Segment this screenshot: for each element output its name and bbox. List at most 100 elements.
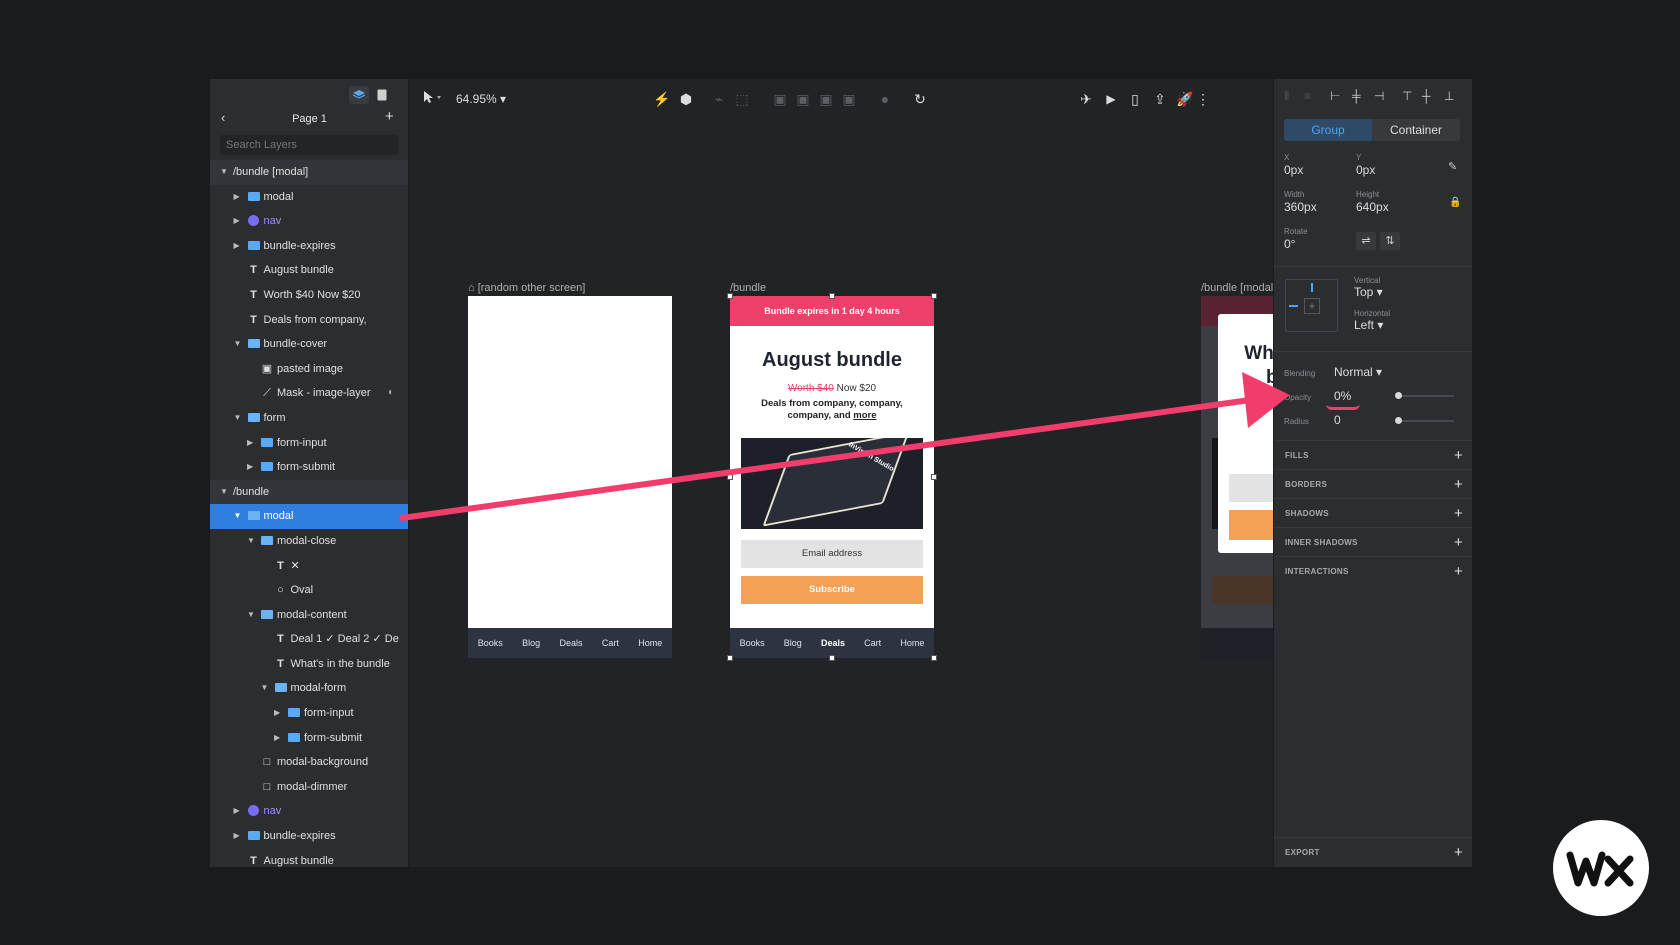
selection-handle[interactable]: [931, 474, 937, 480]
flip-vertical-icon[interactable]: ⇅: [1380, 232, 1400, 250]
layer-row[interactable]: ▶ form-input: [210, 701, 408, 726]
shadows-section[interactable]: SHADOWS +: [1274, 498, 1472, 527]
screen1-caption[interactable]: ⌂ [random other screen]: [468, 282, 585, 294]
opacity-slider-knob[interactable]: [1395, 392, 1402, 399]
layer-row[interactable]: ○ Oval: [210, 578, 408, 603]
caret-right-icon[interactable]: ▶: [234, 824, 244, 849]
select-tool-icon[interactable]: [420, 89, 446, 109]
radius-field[interactable]: 0: [1334, 413, 1341, 427]
nav-item-deals[interactable]: Deals: [559, 638, 582, 648]
layer-row[interactable]: T Deals from company,: [210, 308, 408, 333]
layer-row[interactable]: ▶ bundle-expires: [210, 824, 408, 849]
opacity-field[interactable]: 0%: [1334, 389, 1351, 403]
more-menu-icon[interactable]: ⋮: [1196, 89, 1210, 109]
boolean-union-icon[interactable]: ▣: [771, 89, 789, 109]
add-interaction-icon[interactable]: +: [1454, 557, 1463, 586]
nav-item-books[interactable]: Books: [740, 638, 765, 648]
share-icon[interactable]: ⇪: [1151, 89, 1169, 109]
align-right-icon[interactable]: ⊣: [1374, 89, 1384, 103]
screen2-caption[interactable]: /bundle: [730, 282, 766, 294]
search-layers-input[interactable]: [220, 135, 398, 155]
selection-handle[interactable]: [931, 293, 937, 299]
caret-right-icon[interactable]: ▶: [247, 455, 257, 480]
caret-right-icon[interactable]: ▶: [234, 185, 244, 210]
caret-right-icon[interactable]: ▶: [274, 726, 284, 751]
frame-tool-icon[interactable]: ⬚: [733, 89, 751, 109]
layer-row[interactable]: T August bundle: [210, 849, 408, 867]
layer-row-artboard[interactable]: ▼/bundle: [210, 479, 408, 505]
layer-row[interactable]: ▶ modal: [210, 185, 408, 210]
layer-row[interactable]: T Deal 1 ✓ Deal 2 ✓ De: [210, 627, 408, 652]
layer-row[interactable]: ▣ pasted image: [210, 357, 408, 382]
caret-right-icon[interactable]: ▶: [247, 431, 257, 456]
page-title[interactable]: Page 1: [210, 109, 408, 129]
align-middle-icon[interactable]: ┼: [1422, 89, 1431, 103]
align-left-icon[interactable]: ⊢: [1330, 89, 1340, 103]
rotate-field[interactable]: 0°: [1284, 237, 1295, 251]
boolean-difference-icon[interactable]: ▣: [840, 89, 858, 109]
layer-row[interactable]: ▼ modal-close: [210, 529, 408, 554]
export-section[interactable]: EXPORT +: [1274, 837, 1472, 866]
layer-row[interactable]: ⟋ Mask - image-layer ◐: [210, 381, 408, 406]
borders-section[interactable]: BORDERS +: [1274, 469, 1472, 498]
selection-handle[interactable]: [727, 293, 733, 299]
boolean-subtract-icon[interactable]: ▣: [794, 89, 812, 109]
selection-handle[interactable]: [829, 293, 835, 299]
caret-down-icon[interactable]: ▼: [247, 529, 257, 554]
component-icon[interactable]: ⬢: [677, 89, 695, 109]
layer-row[interactable]: □ modal-background: [210, 750, 408, 775]
caret-right-icon[interactable]: ▶: [234, 234, 244, 259]
layer-row[interactable]: T August bundle: [210, 258, 408, 283]
layer-row[interactable]: T ✕: [210, 554, 408, 579]
caret-down-icon[interactable]: ▼: [220, 160, 230, 185]
layers-mode-icon[interactable]: [349, 86, 369, 104]
caret-right-icon[interactable]: ▶: [234, 209, 244, 234]
caret-down-icon[interactable]: ▼: [247, 603, 257, 628]
selection-handle[interactable]: [931, 655, 937, 661]
layer-row[interactable]: ▶ form-input: [210, 431, 408, 456]
caret-right-icon[interactable]: ▶: [274, 701, 284, 726]
layer-row[interactable]: ▶ form-submit: [210, 455, 408, 480]
artboard-random-other-screen[interactable]: Books Blog Deals Cart Home: [468, 296, 672, 658]
caret-down-icon[interactable]: ▼: [234, 504, 244, 529]
distribute-horizontal-icon[interactable]: ⫴: [1284, 89, 1289, 104]
y-field[interactable]: 0px: [1356, 163, 1375, 177]
motion-icon[interactable]: ✈: [1077, 89, 1095, 109]
add-fill-icon[interactable]: +: [1454, 441, 1463, 470]
add-inner-shadow-icon[interactable]: +: [1454, 528, 1463, 557]
selection-handle[interactable]: [829, 655, 835, 661]
layer-row[interactable]: □ modal-dimmer: [210, 775, 408, 800]
width-field[interactable]: 360px: [1284, 200, 1317, 214]
blending-select[interactable]: Normal ▾: [1334, 365, 1382, 379]
refresh-icon[interactable]: ↻: [911, 89, 929, 109]
nav-item-blog[interactable]: Blog: [784, 638, 802, 648]
layer-row[interactable]: T Worth $40 Now $20: [210, 283, 408, 308]
add-border-icon[interactable]: +: [1454, 470, 1463, 499]
caret-down-icon[interactable]: ▼: [220, 480, 230, 505]
lightning-icon[interactable]: ⚡: [653, 89, 671, 109]
x-field[interactable]: 0px: [1284, 163, 1303, 177]
zoom-level[interactable]: 64.95% ▾: [456, 89, 506, 109]
nav-item-blog[interactable]: Blog: [522, 638, 540, 648]
radius-slider[interactable]: [1398, 420, 1454, 422]
horizontal-select[interactable]: Left ▾: [1354, 318, 1383, 332]
layer-row[interactable]: ▶ nav: [210, 799, 408, 824]
add-export-icon[interactable]: +: [1454, 838, 1463, 867]
device-icon[interactable]: ▯: [1126, 89, 1144, 109]
align-bottom-icon[interactable]: ⊥: [1444, 89, 1454, 103]
opacity-slider[interactable]: [1398, 395, 1454, 397]
fills-section[interactable]: FILLS +: [1274, 440, 1472, 469]
add-shadow-icon[interactable]: +: [1454, 499, 1463, 528]
nav-item-home[interactable]: Home: [900, 638, 924, 648]
tab-group[interactable]: Group: [1284, 119, 1372, 141]
inner-shadows-section[interactable]: INNER SHADOWS +: [1274, 527, 1472, 556]
boolean-intersect-icon[interactable]: ▣: [817, 89, 835, 109]
layer-row[interactable]: ▼ form: [210, 406, 408, 431]
selection-handle[interactable]: [727, 655, 733, 661]
layer-row[interactable]: ▼ modal-content: [210, 603, 408, 628]
canvas[interactable]: ⌂ [random other screen] Books Blog Deals…: [410, 119, 1405, 867]
distribute-vertical-icon[interactable]: ≡: [1304, 89, 1311, 103]
eyedropper-icon[interactable]: ✎: [1448, 160, 1457, 173]
interactions-section[interactable]: INTERACTIONS +: [1274, 556, 1472, 585]
flip-horizontal-icon[interactable]: ⇌: [1356, 232, 1376, 250]
